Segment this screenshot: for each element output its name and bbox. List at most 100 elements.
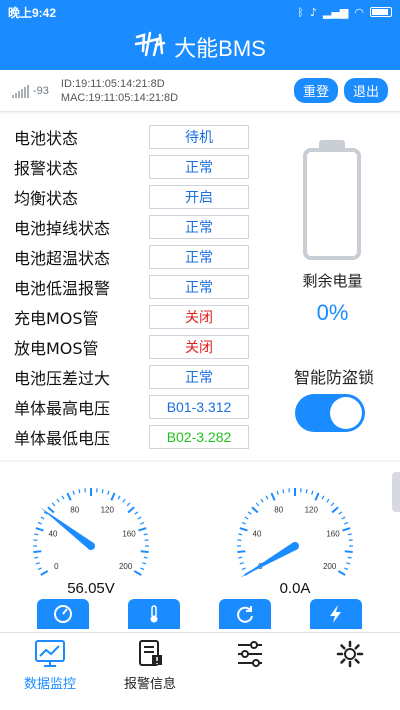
status-label: 电池超温状态	[14, 249, 111, 268]
gauge-tick	[311, 490, 314, 495]
status-value: B01-3.312	[149, 395, 249, 419]
status-value: 正常	[149, 275, 249, 299]
gauge-tick-label: 80	[70, 505, 79, 514]
status-row: 电池超温状态 正常	[14, 242, 254, 272]
rssi-signal-icon	[12, 84, 29, 98]
remaining-charge-label: 剩余电量	[302, 272, 363, 290]
gauge-tick	[110, 492, 116, 501]
refresh-shortcut[interactable]	[219, 599, 271, 629]
gauge-tick	[237, 550, 246, 554]
status-label: 电池压差过大	[14, 369, 111, 388]
status-label: 放电MOS管	[14, 339, 99, 358]
gauge-tick	[140, 550, 149, 554]
status-value: 正常	[149, 365, 249, 389]
speed-icon	[54, 605, 72, 623]
tab-label: 数据监控	[23, 677, 76, 692]
status-bar: 晚上9:42 ᛒ ♪ ▂▄▆ ◠	[0, 0, 400, 24]
status-value: 待机	[149, 125, 249, 149]
status-row: 放电MOS管 关闭	[14, 332, 254, 362]
chart-monitor-icon	[35, 640, 65, 667]
gauge-tick	[238, 533, 243, 536]
gauge-tick	[33, 550, 42, 554]
gauge-tick	[265, 495, 269, 500]
gauge-tick	[34, 533, 39, 536]
power-shortcut[interactable]	[310, 599, 362, 629]
gauge-tick	[143, 533, 148, 536]
status-panel: 电池状态 待机 报警状态 正常 均衡状态 开启 电池掉线状态 正常 电池超温状态 正常 电…	[0, 114, 400, 460]
tab-alarm-info[interactable]: 报警信息	[100, 633, 200, 710]
voltage-value: 56.05V	[67, 580, 115, 597]
gauge-tick-label: 80	[274, 505, 283, 514]
gauge-tick	[51, 502, 56, 507]
logo-mark-icon	[134, 31, 166, 57]
status-time: 晚上9:42	[8, 5, 57, 20]
gauge-tick	[347, 533, 352, 536]
gauge-tick	[344, 567, 349, 571]
gauge-tick	[40, 570, 49, 576]
anti-theft-toggle[interactable]	[295, 394, 365, 432]
wifi-icon: ◠	[354, 5, 364, 19]
gauge-tick	[126, 502, 131, 507]
gauge-tick	[239, 527, 248, 532]
speed-shortcut[interactable]	[37, 599, 89, 629]
gauge-tick-label: 40	[253, 530, 262, 539]
gauge-tick	[37, 521, 42, 525]
gauge-tick	[142, 562, 147, 565]
gauge-tick	[255, 502, 260, 507]
tab-data-monitor[interactable]: 数据监控	[0, 633, 100, 710]
gauge-tick	[342, 527, 351, 532]
gauge-tick	[35, 527, 44, 532]
gauge-tick	[305, 489, 308, 494]
gauge-tick-label: 160	[122, 530, 136, 539]
status-label: 电池状态	[14, 129, 79, 148]
gauge-tick-label: 40	[49, 530, 58, 539]
status-value: 关闭	[149, 305, 249, 329]
status-label: 电池掉线状态	[14, 219, 111, 238]
status-value: 开启	[149, 185, 249, 209]
gauge-needle	[239, 542, 297, 578]
gauge-tick-label: 160	[326, 530, 340, 539]
gauge-tick	[337, 570, 346, 576]
tab-settings[interactable]	[300, 633, 400, 710]
status-label: 充电MOS管	[14, 309, 99, 328]
status-label: 报警状态	[14, 159, 79, 178]
battery-level-icon	[303, 148, 361, 260]
gauge-tick	[238, 556, 243, 559]
device-id: ID:19:11:05:14:21:8D	[60, 77, 165, 90]
gauge-tick	[282, 489, 285, 494]
rssi-value: -93	[33, 84, 49, 97]
exit-button[interactable]: 退出	[343, 78, 388, 103]
gauge-tick-label: 120	[101, 505, 115, 514]
gauge-tick	[40, 516, 45, 520]
bluetooth-icon: ᛒ	[297, 5, 304, 19]
status-row: 单体最低电压 B02-3.282	[14, 422, 254, 452]
status-row: 电池状态 待机	[14, 122, 254, 152]
gauge-tick	[260, 498, 264, 503]
tab-parameters[interactable]	[200, 633, 300, 710]
gauge-tick	[347, 556, 352, 559]
gauge-tick	[239, 562, 244, 565]
gauge-tick	[34, 556, 39, 559]
relogin-button[interactable]: 重登	[293, 78, 338, 103]
current-gauge: 04080120160200 0.0A	[220, 474, 370, 597]
side-drawer-handle[interactable]	[392, 472, 400, 512]
voltage-gauge-dial: 0 40 80 120 160 200	[33, 488, 149, 576]
gauge-tick	[101, 489, 104, 494]
gauge-tick	[78, 489, 81, 494]
app-header: 大能BMS	[0, 24, 400, 70]
gauge-tick	[35, 562, 40, 565]
status-row: 单体最高电压 B01-3.312	[14, 392, 254, 422]
gauge-tick	[133, 570, 142, 576]
gauge-tick	[346, 562, 351, 565]
temperature-shortcut[interactable]	[128, 599, 180, 629]
status-value: 正常	[149, 245, 249, 269]
battery-icon	[370, 7, 392, 17]
mute-icon: ♪	[309, 5, 317, 19]
gauge-tick	[122, 498, 126, 503]
gauge-tick	[137, 516, 142, 520]
gauge-tick	[241, 567, 246, 571]
status-row: 电池掉线状态 正常	[14, 212, 254, 242]
gauge-tick	[344, 521, 349, 525]
lightning-icon	[330, 605, 341, 623]
status-label: 均衡状态	[14, 189, 79, 208]
